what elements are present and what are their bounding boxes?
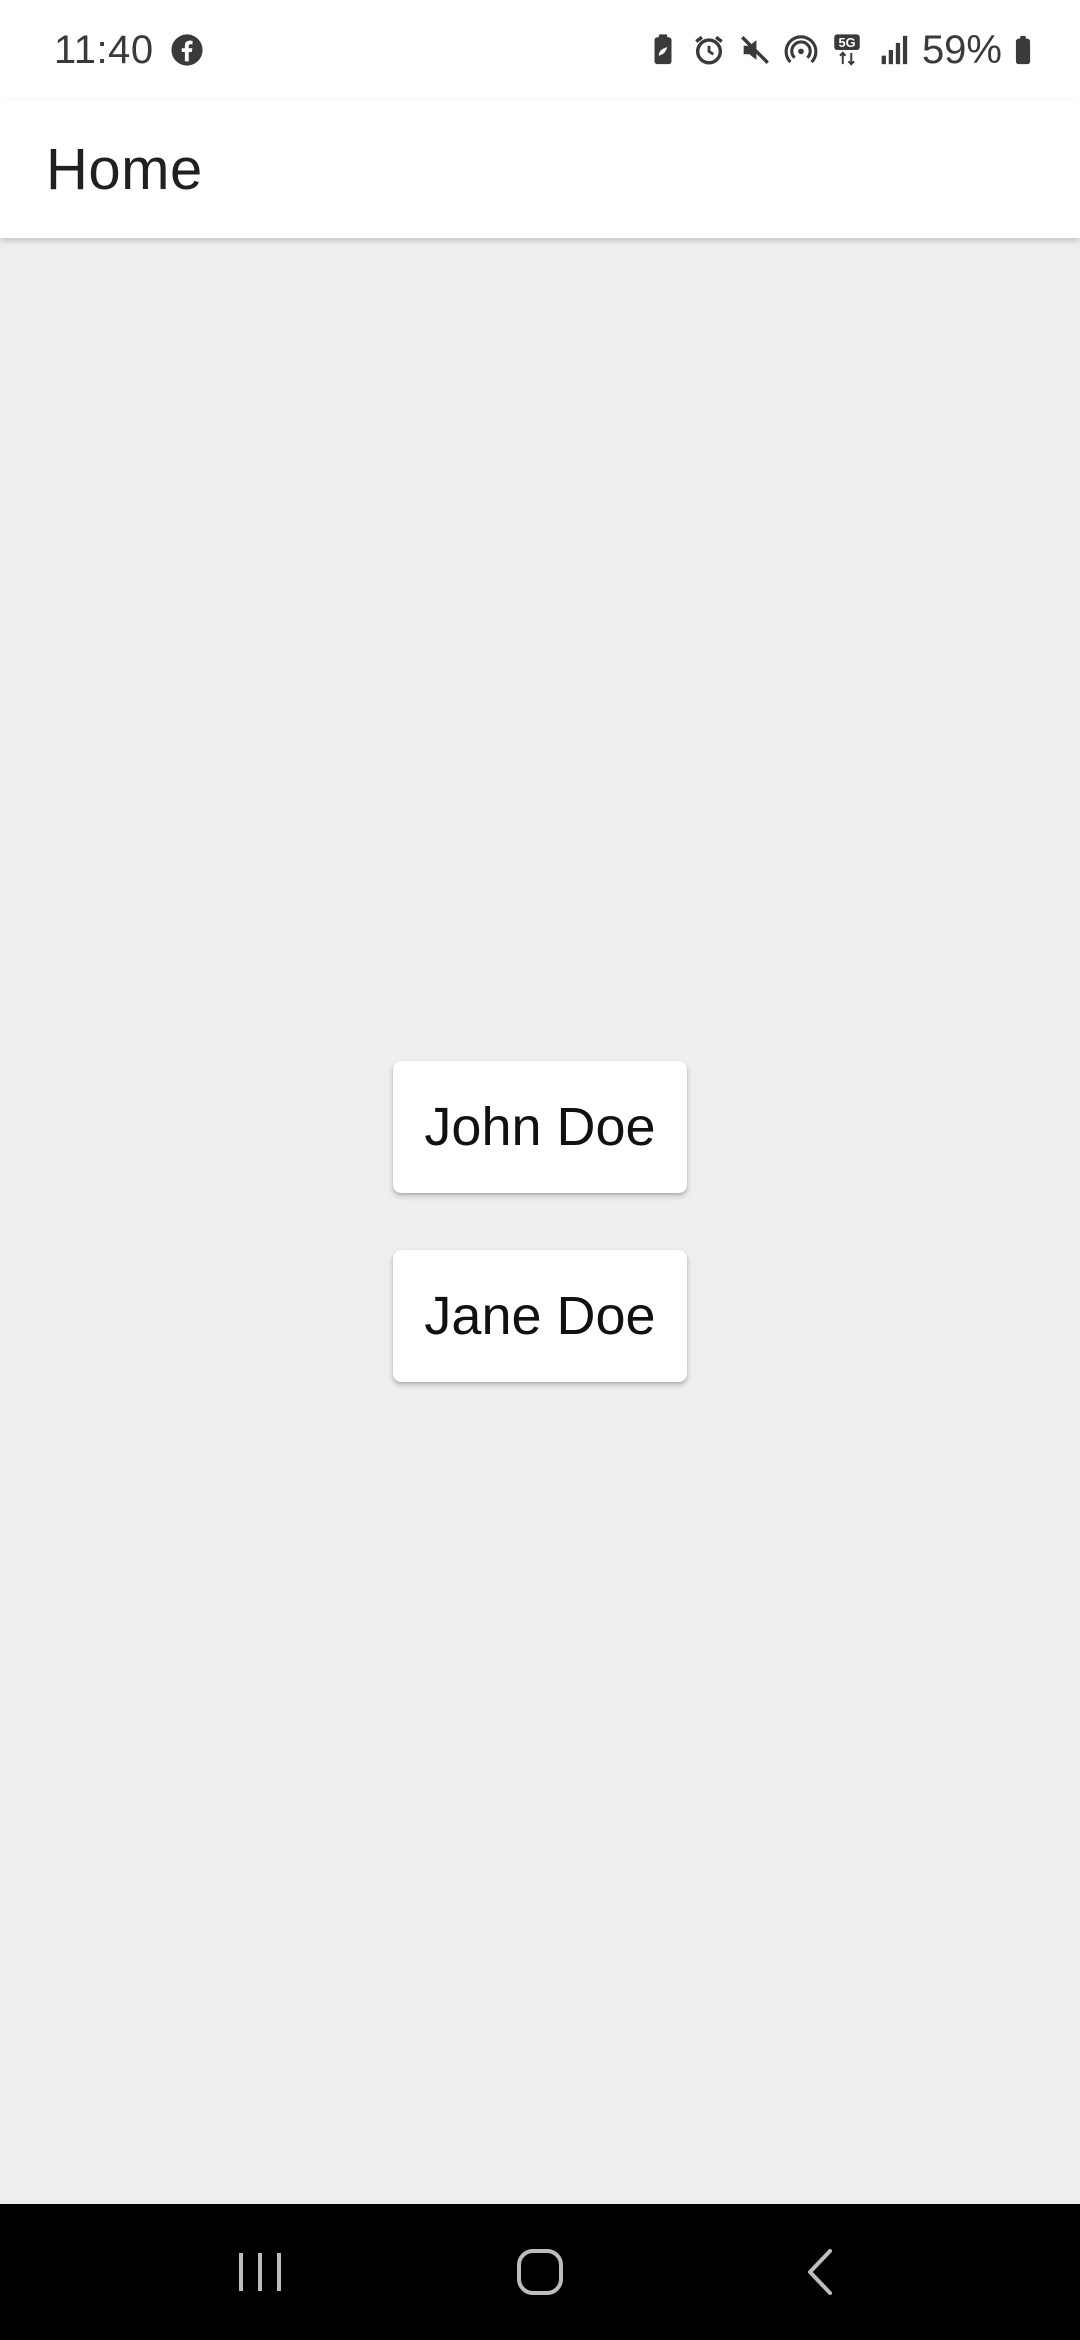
- home-icon: [517, 2249, 563, 2295]
- mute-icon: [740, 36, 769, 64]
- recent-apps-button[interactable]: [200, 2222, 320, 2322]
- jane-doe-button[interactable]: Jane Doe: [393, 1250, 687, 1382]
- battery-saver-icon: [654, 34, 672, 65]
- battery-icon: [1015, 35, 1031, 65]
- john-doe-button[interactable]: John Doe: [393, 1061, 687, 1193]
- hotspot-icon: [784, 35, 818, 64]
- facebook-icon: [171, 34, 203, 66]
- svg-text:5G: 5G: [838, 35, 855, 50]
- app-bar: Home: [0, 100, 1080, 238]
- signal-icon: [881, 35, 908, 65]
- alarm-icon: [695, 35, 723, 65]
- home-button[interactable]: [480, 2222, 600, 2322]
- status-bar: 11:40 5G 59%: [0, 0, 1080, 100]
- page-title: Home: [46, 136, 203, 202]
- status-right: 5G 59%: [634, 28, 1040, 73]
- back-button[interactable]: [760, 2222, 880, 2322]
- status-time: 11:40: [54, 27, 154, 72]
- battery-percent: 59%: [921, 27, 1002, 72]
- screen: 11:40 5G 59% Home John Doe Jane Doe: [0, 0, 1080, 2340]
- status-left: 11:40: [54, 28, 204, 73]
- main-content: John Doe Jane Doe: [0, 238, 1080, 2204]
- back-icon: [808, 2249, 832, 2295]
- 5g-icon: 5G: [834, 34, 860, 66]
- navigation-bar: [0, 2204, 1080, 2340]
- recent-apps-icon: [239, 2253, 281, 2291]
